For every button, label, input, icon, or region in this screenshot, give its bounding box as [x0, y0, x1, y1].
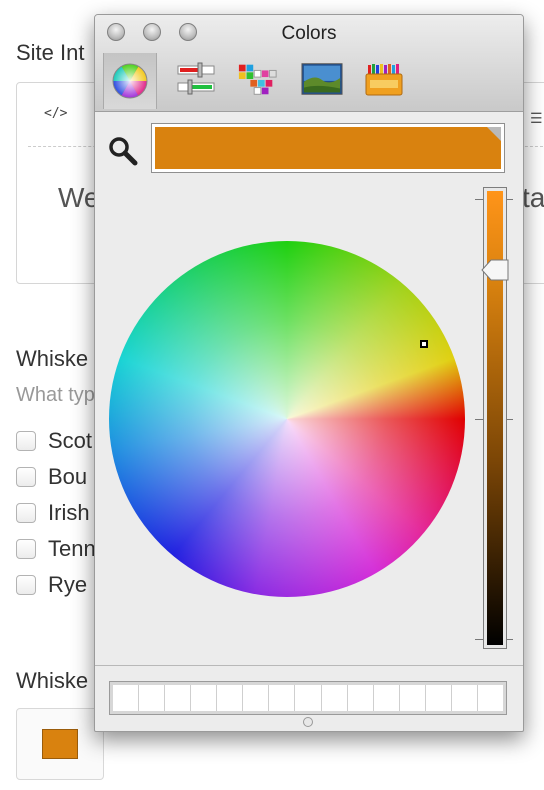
checkbox[interactable] — [16, 575, 36, 595]
checkbox-label: Rye — [48, 572, 88, 597]
panel-title: Colors — [281, 23, 337, 44]
slider-tick — [475, 199, 483, 200]
color-well-button[interactable] — [16, 708, 104, 780]
whiskey-types-label: Whiske — [16, 346, 89, 371]
whiskey-color-label: Whiske — [16, 668, 89, 693]
checkbox-option[interactable]: Tenn — [16, 535, 96, 563]
crayon-box-icon — [365, 64, 403, 96]
color-wheel-tab[interactable] — [103, 53, 157, 109]
checkbox[interactable] — [16, 503, 36, 523]
current-color-swatch[interactable] — [151, 123, 505, 173]
color-wheel-icon — [112, 63, 148, 99]
sliders-icon — [177, 62, 215, 95]
swatch-slot[interactable] — [243, 685, 270, 711]
swatch-slot[interactable] — [321, 685, 348, 711]
checkbox-option[interactable]: Rye — [16, 571, 87, 599]
swatch-slot[interactable] — [295, 685, 322, 711]
color-wheel[interactable] — [109, 241, 465, 597]
editor-content-right[interactable]: ta — [522, 182, 544, 214]
palette-grid-icon — [238, 64, 277, 95]
swatch-slot[interactable] — [477, 685, 503, 711]
slider-tick — [475, 419, 483, 420]
swatch-slot[interactable] — [347, 685, 374, 711]
swatch-slot[interactable] — [269, 685, 296, 711]
color-well-swatch — [42, 729, 78, 759]
site-intro-label: Site Int — [16, 40, 85, 65]
swatch-slot[interactable] — [399, 685, 426, 711]
crayons-tab[interactable] — [363, 59, 405, 99]
swatch-slot[interactable] — [451, 685, 478, 711]
swatch-slot[interactable] — [113, 685, 140, 711]
swatch-slot[interactable] — [425, 685, 452, 711]
colors-panel: Colors — [94, 14, 524, 732]
slider-tick — [507, 199, 513, 200]
brightness-slider[interactable] — [483, 187, 507, 649]
checkbox[interactable] — [16, 467, 36, 487]
slider-tick — [507, 639, 513, 640]
slider-tick — [475, 639, 483, 640]
panel-footer-divider — [95, 665, 523, 666]
checkbox-option[interactable]: Bou — [16, 463, 87, 491]
brightness-slider-thumb[interactable] — [481, 259, 509, 281]
magnifier-icon[interactable] — [107, 135, 139, 167]
checkbox[interactable] — [16, 431, 36, 451]
whiskey-types-hint: What typ — [16, 384, 95, 406]
checkbox[interactable] — [16, 539, 36, 559]
color-sliders-tab[interactable] — [175, 59, 217, 99]
swatch-slot[interactable] — [139, 685, 166, 711]
code-view-button[interactable]: </> — [44, 106, 67, 121]
swatch-slot[interactable] — [165, 685, 192, 711]
list-icon[interactable]: ☰ — [530, 110, 543, 127]
current-color-fill — [155, 127, 501, 169]
checkbox-label: Scot — [48, 428, 93, 453]
color-palettes-tab[interactable] — [237, 59, 279, 99]
swatch-slot[interactable] — [191, 685, 218, 711]
landscape-image-icon — [301, 63, 343, 95]
checkbox-label: Bou — [48, 464, 88, 489]
swatch-slot[interactable] — [217, 685, 244, 711]
color-wheel-selection-marker[interactable] — [420, 340, 428, 348]
swatch-slot[interactable] — [373, 685, 400, 711]
checkbox-option[interactable]: Scot — [16, 427, 92, 455]
slider-tick — [507, 419, 513, 420]
checkbox-label: Irish — [48, 500, 90, 525]
image-palettes-tab[interactable] — [301, 59, 343, 99]
checkbox-label: Tenn — [48, 536, 96, 561]
saved-swatches[interactable] — [109, 681, 507, 715]
checkbox-option[interactable]: Irish — [16, 499, 90, 527]
swatch-resize-grip[interactable] — [303, 717, 313, 727]
